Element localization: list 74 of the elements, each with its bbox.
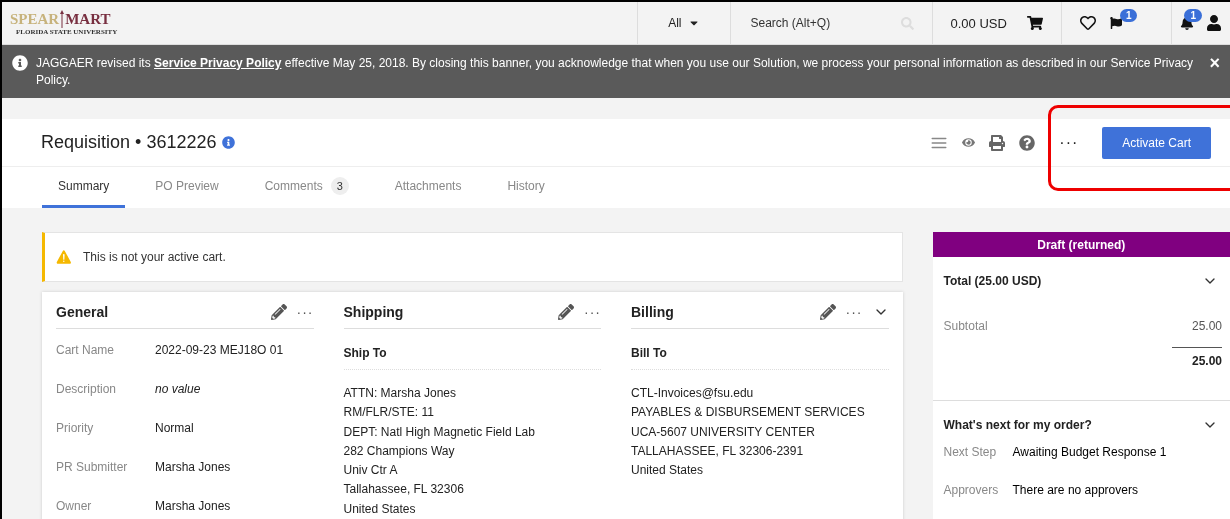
pencil-icon[interactable] xyxy=(558,304,574,320)
address-line: RM/FLR/STE: 11 xyxy=(343,404,435,422)
field-label: Approvers xyxy=(943,483,1000,499)
section-title: General xyxy=(56,304,110,320)
field-value: 2022-09-23 MEJ18O 01 xyxy=(155,343,285,359)
field-label: Cart Name xyxy=(56,343,115,359)
pencil-icon[interactable] xyxy=(819,304,836,320)
address-line: DEPT: Natl High Magnetic Field Lab xyxy=(343,423,536,441)
user-icon[interactable] xyxy=(1206,15,1222,31)
field-label: PR Submitter xyxy=(56,460,129,476)
field-label: Description xyxy=(56,382,118,398)
tab[interactable]: Summary xyxy=(42,167,126,208)
tab[interactable]: History xyxy=(491,167,561,208)
field-label: Priority xyxy=(56,421,95,437)
next-heading: What's next for my order? xyxy=(943,418,1092,432)
address-line: 282 Champions Way xyxy=(343,442,456,460)
comment-count-badge: 3 xyxy=(330,177,349,195)
subtotal-value: 25.00 xyxy=(1191,319,1222,333)
field-value: Awaiting Budget Response 1 xyxy=(1012,445,1168,461)
address-line: UCA-5607 UNIVERSITY CENTER xyxy=(631,423,816,441)
more-button[interactable]: ··· xyxy=(584,304,601,320)
more-button[interactable]: ··· xyxy=(845,304,863,320)
flag-icon[interactable] xyxy=(1109,17,1122,29)
privacy-policy-link[interactable]: Service Privacy Policy xyxy=(154,56,282,70)
more-button[interactable]: ··· xyxy=(296,304,314,320)
scope-dropdown[interactable]: All xyxy=(662,15,706,31)
status-banner: Draft (returned) xyxy=(932,232,1230,257)
alert-message: This is not your active cart. xyxy=(83,250,226,264)
field-label: Next Step xyxy=(943,445,998,461)
total-heading: Total (25.00 USD) xyxy=(943,274,1042,288)
warning-icon xyxy=(55,248,73,266)
tab[interactable]: Attachments xyxy=(378,167,478,208)
section-title: Shipping xyxy=(343,304,405,320)
subtotal-label: Subtotal xyxy=(943,319,988,333)
heart-icon[interactable] xyxy=(1079,15,1096,31)
field-value: Normal xyxy=(155,421,195,437)
notification-count-badge: 1 xyxy=(1184,8,1202,22)
cart-icon[interactable] xyxy=(1026,15,1043,31)
address-line: CTL-Invoices@fsu.edu xyxy=(631,385,755,402)
field-value: Marsha Jones xyxy=(155,499,232,515)
help-icon[interactable] xyxy=(1019,134,1036,151)
address-line: United States xyxy=(631,462,705,480)
more-button[interactable]: ··· xyxy=(1049,133,1089,152)
info-icon xyxy=(12,55,28,71)
field-label: Owner xyxy=(56,499,93,515)
section-subtitle: Bill To xyxy=(631,329,889,370)
address-line: Univ Ctr A xyxy=(343,462,399,480)
info-icon[interactable] xyxy=(222,136,236,149)
privacy-notice: JAGGAER revised its Service Privacy Policy effective May 25, 2018. By closing this banner, you acknowledge that when you use our Solution, we process your personal information as described in our Service Privacy Policy. xyxy=(36,55,1195,89)
field-value: no value xyxy=(155,382,202,398)
section-title: Billing xyxy=(631,304,675,320)
flag-count-badge: 1 xyxy=(1119,8,1138,22)
address-line: ATTN: Marsha Jones xyxy=(343,385,457,402)
spear-icon xyxy=(59,10,66,28)
address-line: PAYABLES & DISBURSEMENT SERVICES xyxy=(631,404,866,422)
tab[interactable]: PO Preview xyxy=(139,167,235,208)
logo-text: SPEAR xyxy=(10,11,60,28)
address-line: Tallahassee, FL 32306 xyxy=(343,481,465,499)
search-field[interactable]: Search (Alt+Q) xyxy=(748,15,893,31)
cart-total: 0.00 USD xyxy=(950,15,1007,31)
activate-cart-button[interactable]: Activate Cart xyxy=(1102,126,1211,159)
pencil-icon[interactable] xyxy=(270,304,287,320)
field-value: There are no approvers xyxy=(1012,483,1139,499)
total-value: 25.00 xyxy=(1172,347,1222,368)
print-icon[interactable] xyxy=(989,134,1006,151)
tab[interactable]: Comments 3 xyxy=(248,167,365,208)
address-line: TALLAHASSEE, FL 32306-2391 xyxy=(631,442,805,460)
close-button[interactable]: × xyxy=(1209,55,1220,72)
eye-icon[interactable] xyxy=(962,136,976,149)
field-value: Marsha Jones xyxy=(155,460,232,476)
section-subtitle: Ship To xyxy=(343,329,601,370)
page-title: Requisition • 3612226 xyxy=(41,132,217,153)
address-line: United States xyxy=(343,500,417,518)
logo-text: MART xyxy=(65,11,111,28)
